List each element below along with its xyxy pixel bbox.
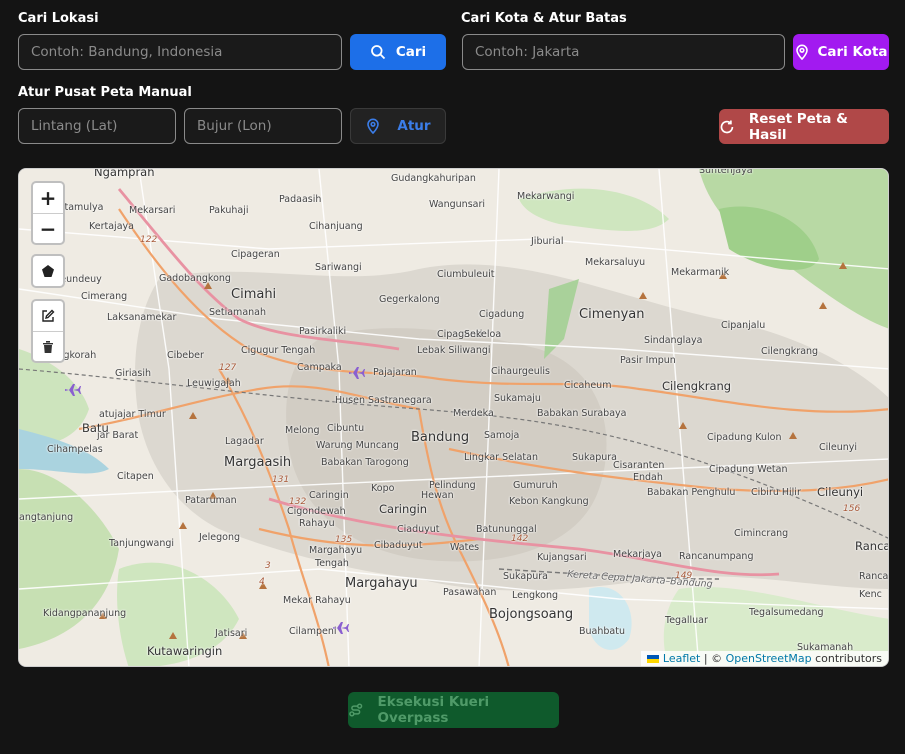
latitude-input[interactable]: Lintang (Lat) xyxy=(18,108,176,144)
search-button-label: Cari xyxy=(395,44,427,60)
refresh-icon xyxy=(720,120,734,133)
longitude-placeholder: Bujur (Lon) xyxy=(197,118,272,134)
route-icon xyxy=(349,703,363,717)
set-center-button-label: Atur xyxy=(397,118,431,134)
map-pin-icon xyxy=(367,118,380,134)
map-attribution: Leaflet | © OpenStreetMap contributors xyxy=(641,651,888,666)
zoom-control: + − xyxy=(31,181,65,245)
edit-toolbar xyxy=(31,299,65,363)
city-search-button-label: Cari Kota xyxy=(817,44,888,60)
run-overpass-query-label: Eksekusi Kueri Overpass xyxy=(377,694,490,726)
edit-icon xyxy=(42,309,55,322)
map-tiles[interactable] xyxy=(19,169,889,667)
search-icon xyxy=(370,45,385,60)
city-placeholder: Contoh: Jakarta xyxy=(475,44,580,60)
search-button[interactable]: Cari xyxy=(350,34,446,70)
search-placeholder: Contoh: Bandung, Indonesia xyxy=(31,44,223,60)
leaflet-link[interactable]: Leaflet xyxy=(663,652,700,665)
zoom-out-button[interactable]: − xyxy=(33,213,63,243)
draw-polygon-button[interactable] xyxy=(33,256,63,286)
search-input[interactable]: Contoh: Bandung, Indonesia xyxy=(18,34,342,70)
zoom-in-button[interactable]: + xyxy=(33,183,63,213)
latitude-placeholder: Lintang (Lat) xyxy=(31,118,118,134)
city-search-button[interactable]: Cari Kota xyxy=(793,34,889,70)
map-view[interactable]: Ngamprah Gudangkahuripan Suntenjaya Kertamu… xyxy=(18,168,889,667)
manual-center-label: Atur Pusat Peta Manual xyxy=(18,85,192,100)
delete-layers-button[interactable] xyxy=(33,331,63,361)
city-input[interactable]: Contoh: Jakarta xyxy=(462,34,785,70)
search-label: Cari Lokasi xyxy=(18,11,99,26)
edit-layers-button[interactable] xyxy=(33,301,63,331)
osm-link[interactable]: OpenStreetMap xyxy=(726,652,812,665)
set-center-button[interactable]: Atur xyxy=(350,108,446,144)
map-pin-icon xyxy=(796,44,809,60)
longitude-input[interactable]: Bujur (Lon) xyxy=(184,108,342,144)
reset-map-button[interactable]: Reset Peta & Hasil xyxy=(719,109,889,144)
attribution-suffix: contributors xyxy=(811,652,882,665)
attribution-separator: | © xyxy=(700,652,726,665)
draw-toolbar xyxy=(31,254,65,288)
reset-map-button-label: Reset Peta & Hasil xyxy=(748,110,848,143)
trash-icon xyxy=(43,340,53,353)
city-label: Cari Kota & Atur Batas xyxy=(461,11,627,26)
ukraine-flag-icon xyxy=(647,655,660,663)
run-overpass-query-button[interactable]: Eksekusi Kueri Overpass xyxy=(348,692,559,728)
polygon-icon xyxy=(42,265,54,277)
